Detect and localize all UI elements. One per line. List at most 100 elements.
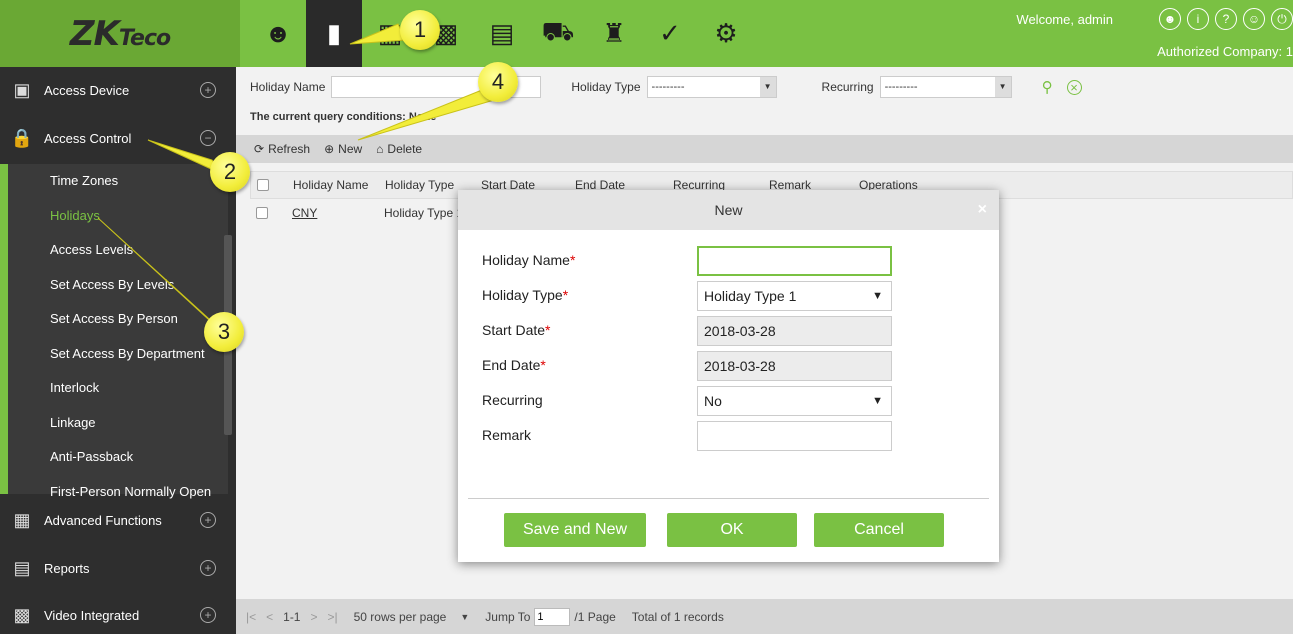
- save-and-new-button[interactable]: Save and New: [504, 513, 646, 547]
- dropdown-arrow-icon: ▼: [994, 77, 1011, 97]
- dialog-divider: [468, 498, 989, 499]
- expand-icon[interactable]: +: [200, 607, 216, 623]
- sidebar-submenu: Time Zones Holidays Access Levels Set Ac…: [0, 164, 228, 499]
- page-range: 1-1: [283, 609, 301, 624]
- total-pages: /1 Page: [574, 609, 616, 624]
- top-right-icons: ☻ i ? ☺ ⏻: [1159, 8, 1293, 30]
- new-label: New: [338, 142, 363, 156]
- power-icon[interactable]: ⏻: [1271, 8, 1293, 30]
- user-circle-icon[interactable]: ☻: [1159, 8, 1181, 30]
- sidebar-item-interlock[interactable]: Interlock: [8, 371, 228, 406]
- dropdown-arrow-icon: ▼: [759, 77, 776, 97]
- holiday-type-label: Holiday Type*: [482, 287, 569, 303]
- holiday-type-value: Holiday Type 1: [704, 288, 797, 304]
- dropdown-arrow-icon: ▼: [872, 395, 883, 407]
- sidebar-group-label: Reports: [44, 560, 90, 576]
- delete-button[interactable]: ⌂ Delete: [376, 142, 422, 156]
- help-icon[interactable]: ?: [1215, 8, 1237, 30]
- end-date-input[interactable]: 2018-03-28: [697, 351, 892, 381]
- sidebar-group-access-control[interactable]: 🔒 Access Control −: [0, 115, 236, 161]
- form-row-start-date: Start Date* 2018-03-28: [482, 314, 1002, 348]
- callout-2: 2: [210, 152, 250, 192]
- refresh-button[interactable]: ⟳ Refresh: [254, 142, 310, 156]
- recurring-filter-value: ---------: [884, 81, 918, 93]
- car-icon[interactable]: ⛟: [530, 0, 586, 67]
- column-header[interactable]: Holiday Type: [375, 178, 471, 192]
- total-records: Total of 1 records: [631, 609, 724, 624]
- form-row-recurring: Recurring No ▼: [482, 384, 1002, 418]
- new-button[interactable]: ⊕ New: [324, 142, 362, 156]
- refresh-icon: ⟳: [254, 142, 265, 156]
- recurring-label: Recurring: [482, 392, 543, 408]
- patrol-icon[interactable]: ✓: [642, 0, 698, 67]
- sidebar-item-anti-passback[interactable]: Anti-Passback: [8, 440, 228, 475]
- chevron-down-icon[interactable]: ▼: [460, 612, 469, 622]
- holiday-name-link[interactable]: CNY: [278, 206, 374, 220]
- rows-per-page-select[interactable]: 50 rows per page: [354, 610, 447, 624]
- dropdown-arrow-icon: ▼: [872, 290, 883, 302]
- remark-label: Remark: [482, 427, 532, 443]
- form-row-holiday-name: Holiday Name*: [482, 244, 1002, 278]
- toolbar: ⟳ Refresh ⊕ New ⌂ Delete: [236, 135, 1293, 163]
- sidebar-item-holidays[interactable]: Holidays: [8, 199, 228, 234]
- recurring-filter-select[interactable]: --------- ▼: [879, 76, 1012, 98]
- expand-icon[interactable]: +: [200, 512, 216, 528]
- holiday-type-filter-select[interactable]: --------- ▼: [646, 76, 777, 98]
- profile-icon[interactable]: ☺: [1243, 8, 1265, 30]
- holiday-name-filter-label: Holiday Name: [250, 80, 326, 94]
- cancel-button[interactable]: Cancel: [814, 513, 944, 547]
- first-page-icon[interactable]: |<: [246, 610, 256, 624]
- video-icon: ▩: [13, 604, 31, 625]
- close-icon[interactable]: ×: [978, 190, 987, 230]
- door-icon[interactable]: ▮: [306, 0, 362, 67]
- start-date-input[interactable]: 2018-03-28: [697, 316, 892, 346]
- callout-1: 1: [400, 10, 440, 50]
- query-condition-text: The current query conditions: None: [250, 111, 437, 123]
- sidebar-item-linkage[interactable]: Linkage: [8, 406, 228, 441]
- top-nav: ☻ ▮ ▦ ▩ ▤ ⛟ ♜ ✓ ⚙: [250, 0, 754, 67]
- sidebar-group-video-integrated[interactable]: ▩ Video Integrated +: [0, 592, 236, 634]
- form-row-end-date: End Date* 2018-03-28: [482, 349, 1002, 383]
- table-cell: Holiday Type 1: [384, 206, 464, 220]
- id-card-icon[interactable]: ▤: [474, 0, 530, 67]
- sidebar-group-access-device[interactable]: ▣ Access Device +: [0, 67, 236, 113]
- column-header[interactable]: Holiday Name: [279, 178, 375, 192]
- holiday-name-label: Holiday Name*: [482, 252, 576, 268]
- last-page-icon[interactable]: >|: [328, 610, 338, 624]
- holiday-name-input[interactable]: [697, 246, 892, 276]
- welcome-text: Welcome, admin: [1016, 12, 1113, 27]
- remark-input[interactable]: [697, 421, 892, 451]
- jump-to-input[interactable]: [534, 607, 571, 626]
- device-icon: ▣: [13, 79, 31, 100]
- expand-icon[interactable]: +: [200, 560, 216, 576]
- new-holiday-dialog: New × Holiday Name* Holiday Type* Holida…: [458, 190, 999, 562]
- ok-button[interactable]: OK: [667, 513, 797, 547]
- dialog-title-bar: New ×: [458, 190, 999, 230]
- holiday-type-select[interactable]: Holiday Type 1 ▼: [697, 281, 892, 311]
- sidebar-group-reports[interactable]: ▤ Reports +: [0, 545, 236, 591]
- person-icon[interactable]: ☻: [250, 0, 306, 67]
- sidebar-item-set-access-by-department[interactable]: Set Access By Department: [8, 337, 228, 372]
- sidebar-item-time-zones[interactable]: Time Zones: [8, 164, 228, 199]
- info-icon[interactable]: i: [1187, 8, 1209, 30]
- collapse-icon[interactable]: −: [200, 130, 216, 146]
- sidebar-group-advanced-functions[interactable]: ▦ Advanced Functions +: [0, 497, 236, 543]
- select-all-checkbox[interactable]: [257, 179, 269, 191]
- delete-icon: ⌂: [376, 142, 384, 156]
- search-icon[interactable]: ⚲: [1042, 78, 1053, 96]
- guard-icon[interactable]: ♜: [586, 0, 642, 67]
- expand-icon[interactable]: +: [200, 82, 216, 98]
- dialog-title: New: [714, 202, 743, 218]
- row-checkbox[interactable]: [256, 207, 268, 219]
- recurring-select[interactable]: No ▼: [697, 386, 892, 416]
- prev-page-icon[interactable]: <: [266, 610, 273, 624]
- sidebar-item-set-access-by-levels[interactable]: Set Access By Levels: [8, 268, 228, 303]
- add-icon: ⊕: [324, 142, 335, 156]
- holiday-type-filter-value: ---------: [651, 81, 685, 93]
- settings-icon[interactable]: ⚙: [698, 0, 754, 67]
- next-page-icon[interactable]: >: [310, 610, 317, 624]
- sidebar-item-access-levels[interactable]: Access Levels: [8, 233, 228, 268]
- clear-icon[interactable]: ×: [1066, 79, 1082, 95]
- start-date-label: Start Date*: [482, 322, 551, 338]
- sidebar-item-set-access-by-person[interactable]: Set Access By Person: [8, 302, 228, 337]
